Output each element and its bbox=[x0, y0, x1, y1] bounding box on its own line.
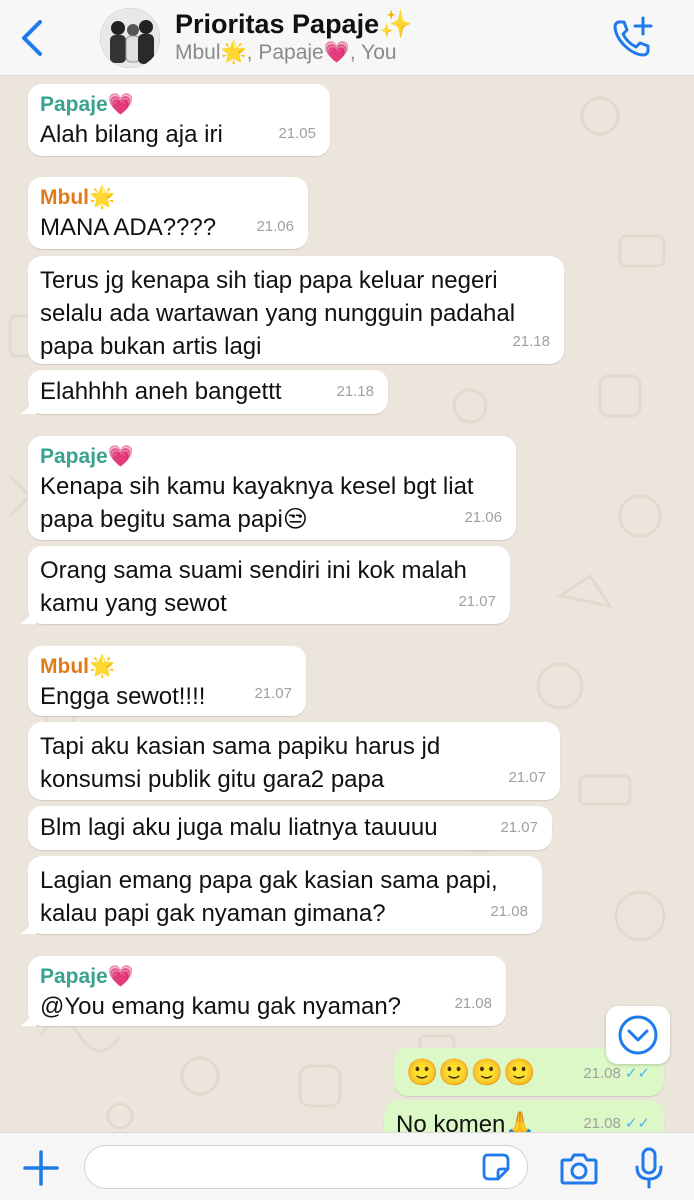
plus-icon[interactable] bbox=[22, 1149, 60, 1187]
phone-plus-icon[interactable] bbox=[610, 14, 656, 60]
message-time: 21.08 bbox=[490, 903, 528, 920]
sender-name[interactable]: Papaje💗 bbox=[40, 444, 504, 470]
message-time: 21.07 bbox=[254, 685, 292, 702]
message-time: 21.18 bbox=[336, 383, 374, 400]
message-bubble[interactable]: Tapi aku kasian sama papiku harus jd kon… bbox=[28, 722, 560, 800]
sender-name[interactable]: Papaje💗 bbox=[40, 964, 494, 990]
message-time: 21.08 ✓✓ bbox=[583, 1115, 650, 1132]
message-time: 21.07 bbox=[500, 819, 538, 836]
message-text: @You emang kamu gak nyaman? bbox=[40, 993, 402, 1020]
chevron-down-circle-icon bbox=[618, 1015, 658, 1055]
scroll-to-bottom-button[interactable] bbox=[606, 1006, 670, 1064]
message-text: Kenapa sih kamu kayaknya kesel bgt liat … bbox=[40, 473, 474, 533]
message-input-bar bbox=[0, 1132, 694, 1200]
bubble-tail bbox=[20, 396, 36, 414]
message-time: 21.08 bbox=[454, 995, 492, 1012]
microphone-icon[interactable] bbox=[634, 1147, 664, 1189]
sticker-icon[interactable] bbox=[481, 1152, 511, 1182]
message-time: 21.06 bbox=[464, 509, 502, 526]
message-bubble[interactable]: Papaje💗 Alah bilang aja iri 21.05 bbox=[28, 84, 330, 156]
bubble-tail bbox=[20, 916, 36, 934]
message-bubble[interactable]: Elahhhh aneh bangettt 21.18 bbox=[20, 370, 388, 414]
group-avatar[interactable] bbox=[100, 8, 160, 68]
message-input[interactable] bbox=[84, 1145, 528, 1189]
message-text: Orang sama suami sendiri ini kok malah k… bbox=[40, 557, 467, 617]
message-bubble[interactable]: Papaje💗 @You emang kamu gak nyaman? 21.0… bbox=[20, 956, 506, 1026]
bubble-tail bbox=[20, 606, 36, 624]
camera-icon[interactable] bbox=[560, 1151, 598, 1185]
message-time: 21.05 bbox=[278, 125, 316, 142]
message-bubble[interactable]: Blm lagi aku juga malu liatnya tauuuu 21… bbox=[28, 806, 552, 850]
bubble-tail bbox=[20, 1008, 36, 1026]
message-bubble[interactable]: Mbul🌟 MANA ADA???? 21.06 bbox=[28, 177, 308, 249]
message-bubble[interactable]: Orang sama suami sendiri ini kok malah k… bbox=[20, 546, 510, 624]
message-text: Tapi aku kasian sama papiku harus jd kon… bbox=[40, 733, 441, 793]
message-bubble[interactable]: Papaje💗 Kenapa sih kamu kayaknya kesel b… bbox=[28, 436, 516, 540]
message-time: 21.06 bbox=[256, 218, 294, 235]
sender-name[interactable]: Mbul🌟 bbox=[40, 185, 296, 211]
chat-participants[interactable]: Mbul🌟, Papaje💗, You bbox=[175, 41, 397, 65]
message-text: Blm lagi aku juga malu liatnya tauuuu bbox=[40, 814, 438, 841]
read-ticks-icon: ✓✓ bbox=[624, 1065, 650, 1082]
message-text: Terus jg kenapa sih tiap papa keluar neg… bbox=[40, 267, 516, 360]
outgoing-message-bubble[interactable]: No komen🙏 21.08 ✓✓ bbox=[384, 1100, 664, 1132]
message-bubble[interactable]: Terus jg kenapa sih tiap papa keluar neg… bbox=[28, 256, 564, 364]
message-bubble[interactable]: Lagian emang papa gak kasian sama papi, … bbox=[20, 856, 542, 934]
message-text: Lagian emang papa gak kasian sama papi, … bbox=[40, 867, 498, 927]
chat-header: Prioritas Papaje✨ Mbul🌟, Papaje💗, You bbox=[0, 0, 694, 76]
message-text: Elahhhh aneh bangettt bbox=[40, 378, 282, 405]
back-chevron-icon[interactable] bbox=[16, 18, 50, 58]
chat-area[interactable]: Papaje💗 Alah bilang aja iri 21.05 Mbul🌟 … bbox=[0, 76, 694, 1132]
message-time: 21.07 bbox=[508, 769, 546, 786]
sender-name[interactable]: Papaje💗 bbox=[40, 92, 318, 118]
read-ticks-icon: ✓✓ bbox=[624, 1115, 650, 1132]
chat-title[interactable]: Prioritas Papaje✨ bbox=[175, 8, 413, 40]
message-bubble[interactable]: Mbul🌟 Engga sewot!!!! 21.07 bbox=[28, 646, 306, 716]
message-time: 21.07 bbox=[458, 593, 496, 610]
message-time: 21.18 bbox=[512, 333, 550, 350]
message-text: Alah bilang aja iri bbox=[40, 121, 223, 148]
